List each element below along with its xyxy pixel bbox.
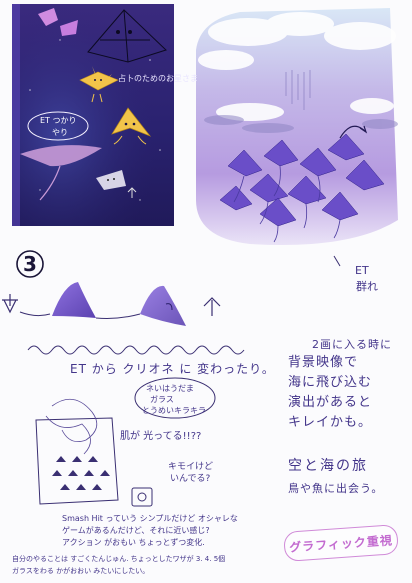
- shine-note: 肌が 光ってる!!??: [120, 431, 202, 442]
- sky-sea-line2: 鳥や魚に出会う。: [288, 482, 384, 495]
- down-arrow-icon: [2, 294, 18, 314]
- jar-sketch: [35, 398, 119, 505]
- bottom-note-line5: ガラスをわる かがおおい みたいにしたい。: [12, 567, 150, 575]
- panel2-note-line2: 背景映像で: [288, 355, 359, 370]
- transform-sequence: [2, 282, 245, 355]
- transform-note: ET から クリオネ に 変わったり。: [70, 362, 275, 376]
- panel1-bubble-line1: ET つかり: [40, 116, 77, 125]
- jar-creatures: [52, 456, 110, 490]
- bubble-note-line3: とうめいキラキラ: [142, 406, 206, 415]
- stingray-two-icon: [140, 285, 186, 326]
- bubble-note-line1: ネいはうだま: [146, 384, 194, 393]
- panel2-note-line1: 2画に入る時に: [312, 338, 392, 351]
- kimoi-note-line1: キモイけど: [168, 462, 214, 472]
- panel1-note-sign: 占卜のためのお星さま: [118, 74, 198, 83]
- night-sky-panel: [12, 4, 174, 226]
- sky-sea-line1: 空と海の旅: [288, 458, 368, 474]
- bottom-note-line4: 自分のやることは すごくたんじゅん. ちょっとしたワザが 3. 4. 5個: [12, 555, 226, 563]
- camera-icon: [131, 487, 153, 507]
- spiral-wave-line: [27, 345, 245, 355]
- bubble-note-line2: ガラス: [150, 395, 174, 404]
- section-number: 3: [23, 252, 37, 276]
- panel1-bubble-line2: やり: [52, 128, 68, 137]
- kimoi-note-line2: いんでる?: [170, 474, 211, 484]
- panel2-note-line3: 海に飛び込む: [288, 375, 373, 390]
- bottom-note-line3: アクション がおもい ちょっとずつ変化.: [62, 538, 205, 547]
- bottom-note-line1: Smash Hit っていう シンプルだけど オシャレな: [62, 514, 238, 523]
- swarm-label-line1: ET: [355, 264, 369, 277]
- up-arrow-icon: [203, 297, 221, 316]
- panel2-note-line4: 演出があると: [288, 395, 373, 410]
- swarm-label-line2: 群れ: [356, 280, 378, 293]
- bottom-note-line2: ゲームがあるんだけど、それに近い感じ?: [62, 526, 210, 535]
- label-leader-line: [333, 255, 341, 267]
- sky-swarm-panel: [196, 8, 398, 245]
- panel2-note-line5: キレイかも。: [288, 415, 373, 430]
- stingray-one-icon: [52, 282, 96, 318]
